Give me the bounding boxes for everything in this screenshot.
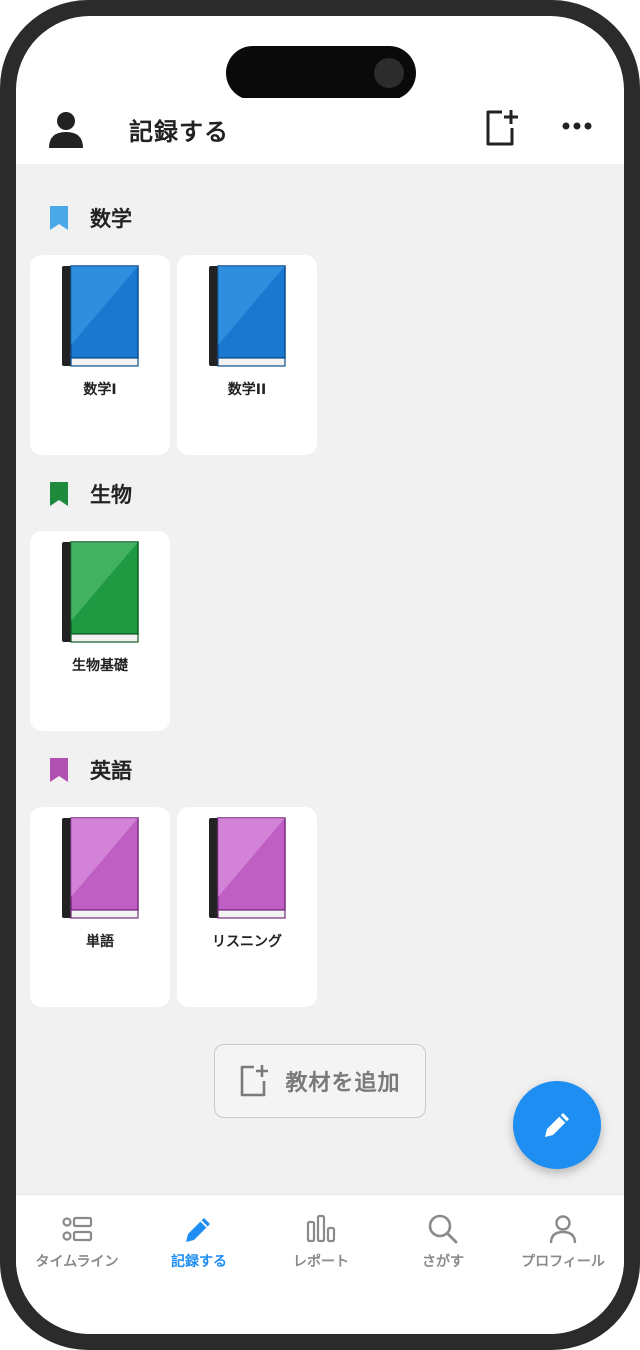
app-header: 記録する <box>16 98 624 164</box>
materials-list: 数学 数学I 数学II 生物 生物基礎 英語 単語 リスニング 教材を追加 <box>16 164 624 1194</box>
material-card[interactable]: 数学II <box>177 255 317 455</box>
tab-label: 記録する <box>171 1254 227 1270</box>
tab-report[interactable]: レポート <box>260 1213 382 1273</box>
bottom-tab-bar: タイムライン 記録する レポート さがす プロフィール <box>16 1194 624 1334</box>
book-icon <box>62 265 139 367</box>
tab-label: さがす <box>422 1254 464 1270</box>
material-card[interactable]: 単語 <box>30 807 170 1007</box>
person-icon[interactable] <box>46 110 86 150</box>
pencil-icon <box>545 1113 569 1137</box>
tab-label: レポート <box>293 1254 349 1270</box>
section-title: 生物 <box>90 483 132 507</box>
bookmark-icon <box>50 482 68 506</box>
section-header-english: 英語 <box>48 752 132 788</box>
material-card[interactable]: 生物基礎 <box>30 531 170 731</box>
add-document-icon <box>241 1065 269 1097</box>
tab-timeline[interactable]: タイムライン <box>16 1213 138 1273</box>
book-icon <box>62 817 139 919</box>
material-label: 単語 <box>86 934 114 950</box>
add-material-label: 教材を追加 <box>285 1071 401 1096</box>
tab-search[interactable]: さがす <box>382 1213 504 1273</box>
bookmark-icon <box>50 758 68 782</box>
tab-record[interactable]: 記録する <box>138 1213 260 1273</box>
camera-dot <box>374 58 404 88</box>
book-icon <box>62 541 139 643</box>
bar-chart-icon <box>306 1214 336 1243</box>
material-label: リスニング <box>212 934 282 950</box>
section-header-biology: 生物 <box>48 476 132 512</box>
search-icon <box>428 1214 458 1244</box>
add-material-button[interactable]: 教材を追加 <box>214 1044 426 1118</box>
device-frame: 記録する 数学 数学I 数学II 生物 生物基礎 英語 単語 リスニング 教材を… <box>0 0 640 1350</box>
material-label: 数学I <box>83 382 117 398</box>
record-fab-button[interactable] <box>513 1081 601 1169</box>
material-card[interactable]: リスニング <box>177 807 317 1007</box>
book-icon <box>209 265 286 367</box>
section-title: 英語 <box>90 759 132 783</box>
section-title: 数学 <box>90 207 132 231</box>
timeline-icon <box>62 1216 93 1242</box>
add-document-icon[interactable] <box>484 108 518 148</box>
profile-icon <box>549 1215 577 1244</box>
tab-profile[interactable]: プロフィール <box>502 1213 624 1273</box>
bookmark-icon <box>50 206 68 230</box>
tab-label: プロフィール <box>521 1254 605 1270</box>
tab-label: タイムライン <box>35 1254 119 1270</box>
more-dots-icon[interactable] <box>560 114 594 138</box>
dynamic-island <box>226 46 416 100</box>
pencil-icon <box>186 1218 210 1242</box>
material-label: 生物基礎 <box>72 658 128 674</box>
page-title: 記録する <box>129 118 229 146</box>
app-screen: 記録する 数学 数学I 数学II 生物 生物基礎 英語 単語 リスニング 教材を… <box>16 16 624 1334</box>
material-card[interactable]: 数学I <box>30 255 170 455</box>
material-label: 数学II <box>227 382 267 398</box>
section-header-math: 数学 <box>48 200 132 236</box>
book-icon <box>209 817 286 919</box>
